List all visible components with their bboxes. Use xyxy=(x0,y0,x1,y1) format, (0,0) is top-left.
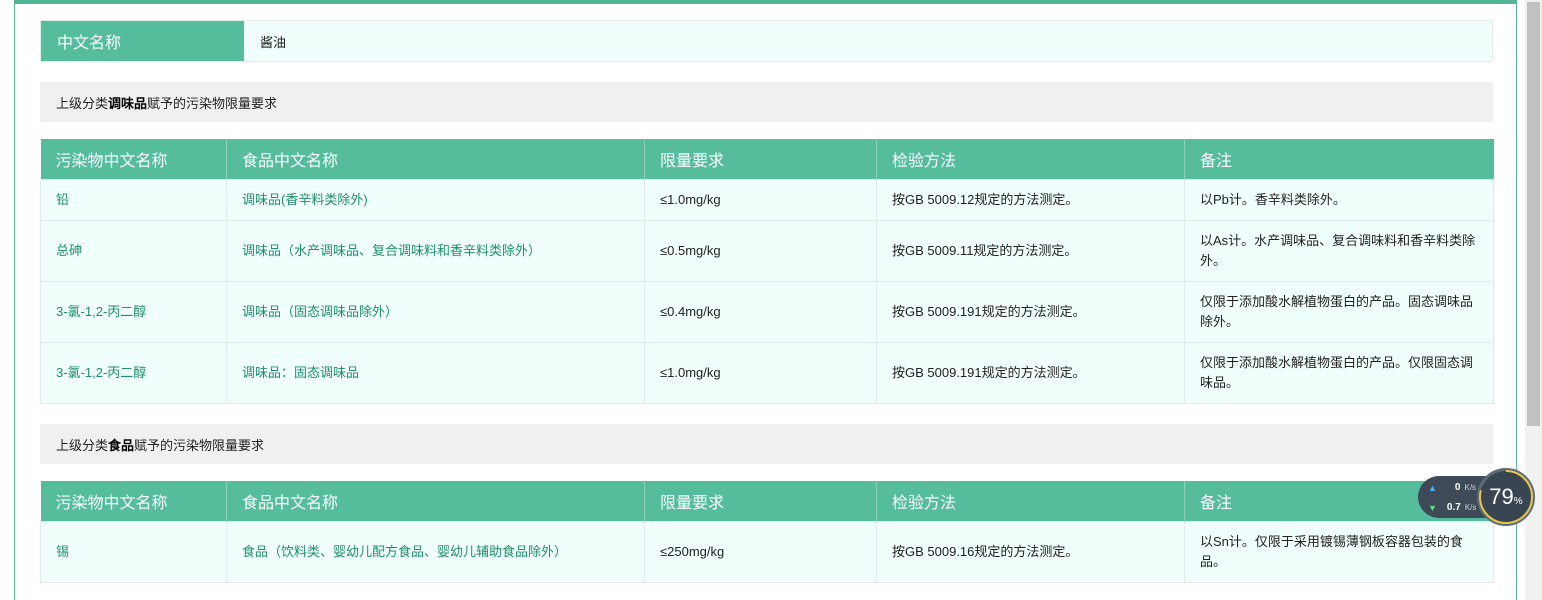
pollutant-link[interactable]: 锡 xyxy=(40,521,227,583)
header-limit: 限量要求 xyxy=(644,139,877,180)
method-text: 按GB 5009.191规定的方法测定。 xyxy=(876,342,1185,404)
header-limit: 限量要求 xyxy=(644,481,877,522)
pollutant-link[interactable]: 总砷 xyxy=(40,220,227,282)
section-title-category: 调味品 xyxy=(108,95,148,111)
note-text: 以As计。水产调味品、复合调味料和香辛料类除外。 xyxy=(1184,220,1494,282)
table-row: 铅 调味品(香辛料类除外) ≤1.0mg/kg 按GB 5009.12规定的方法… xyxy=(40,179,1494,221)
table-row: 锡 食品（饮料类、婴幼儿配方食品、婴幼儿辅助食品除外） ≤250mg/kg 按G… xyxy=(40,521,1494,583)
upload-unit: K/s xyxy=(1464,483,1477,492)
limit-value: ≤1.0mg/kg xyxy=(644,342,877,404)
method-text: 按GB 5009.16规定的方法测定。 xyxy=(876,521,1185,583)
download-unit: K/s xyxy=(1464,503,1477,512)
limits-table-food: 污染物中文名称 食品中文名称 限量要求 检验方法 备注 锡 食品（饮料类、婴幼儿… xyxy=(40,481,1494,583)
upload-arrow-icon: ▲ xyxy=(1428,482,1437,493)
section-title-suffix: 赋予的污染物限量要求 xyxy=(147,95,278,111)
header-method: 检验方法 xyxy=(876,139,1185,180)
section-title-prefix: 上级分类 xyxy=(56,437,109,453)
limit-value: ≤0.5mg/kg xyxy=(644,220,877,282)
upload-speed: ▲ 0 K/s xyxy=(1428,482,1476,493)
memory-usage-gauge[interactable]: 79% xyxy=(1477,468,1535,526)
header-note: 备注 xyxy=(1184,139,1494,180)
food-link[interactable]: 调味品（水产调味品、复合调味料和香辛料类除外） xyxy=(226,220,645,282)
section-title-category: 食品 xyxy=(108,437,135,453)
header-pollutant: 污染物中文名称 xyxy=(40,481,227,522)
limits-table-seasoning: 污染物中文名称 食品中文名称 限量要求 检验方法 备注 铅 调味品(香辛料类除外… xyxy=(40,139,1494,404)
scrollbar-thumb[interactable] xyxy=(1527,2,1540,426)
food-link[interactable]: 调味品：固态调味品 xyxy=(226,342,645,404)
table-row: 3-氯-1,2-丙二醇 调味品（固态调味品除外） ≤0.4mg/kg 按GB 5… xyxy=(40,281,1494,343)
product-name-value: 酱油 xyxy=(260,34,287,50)
limit-value: ≤1.0mg/kg xyxy=(644,179,877,221)
product-name-row: 中文名称 酱油 xyxy=(40,20,1493,62)
product-name-label: 中文名称 xyxy=(41,21,244,61)
method-text: 按GB 5009.12规定的方法测定。 xyxy=(876,179,1185,221)
header-food: 食品中文名称 xyxy=(226,481,645,522)
gauge-unit: % xyxy=(1513,495,1523,507)
limit-value: ≤0.4mg/kg xyxy=(644,281,877,343)
food-link[interactable]: 食品（饮料类、婴幼儿配方食品、婴幼儿辅助食品除外） xyxy=(226,521,645,583)
section-title-prefix: 上级分类 xyxy=(56,95,109,111)
download-speed: ▼ 0.7 K/s xyxy=(1428,502,1476,513)
pollutant-link[interactable]: 铅 xyxy=(40,179,227,221)
limit-value: ≤250mg/kg xyxy=(644,521,877,583)
note-text: 以Pb计。香辛料类除外。 xyxy=(1184,179,1494,221)
gauge-value: 79 xyxy=(1489,484,1514,509)
note-text: 仅限于添加酸水解植物蛋白的产品。固态调味品除外。 xyxy=(1184,281,1494,343)
download-value: 0.7 xyxy=(1446,502,1461,513)
pollutant-link[interactable]: 3-氯-1,2-丙二醇 xyxy=(40,281,227,343)
header-pollutant: 污染物中文名称 xyxy=(40,139,227,180)
method-text: 按GB 5009.191规定的方法测定。 xyxy=(876,281,1185,343)
section-title-seasoning: 上级分类 调味品 赋予的污染物限量要求 xyxy=(40,82,1493,122)
download-arrow-icon: ▼ xyxy=(1428,502,1437,513)
table-header-row: 污染物中文名称 食品中文名称 限量要求 检验方法 备注 xyxy=(40,139,1494,180)
note-text: 以Sn计。仅限于采用镀锡薄钢板容器包装的食品。 xyxy=(1184,521,1494,583)
header-method: 检验方法 xyxy=(876,481,1185,522)
table-row: 3-氯-1,2-丙二醇 调味品：固态调味品 ≤1.0mg/kg 按GB 5009… xyxy=(40,342,1494,404)
pollutant-link[interactable]: 3-氯-1,2-丙二醇 xyxy=(40,342,227,404)
table-header-row: 污染物中文名称 食品中文名称 限量要求 检验方法 备注 xyxy=(40,481,1494,522)
section-title-food: 上级分类 食品 赋予的污染物限量要求 xyxy=(40,424,1493,464)
food-link[interactable]: 调味品(香辛料类除外) xyxy=(226,179,645,221)
upload-value: 0 xyxy=(1454,482,1461,493)
section-title-suffix: 赋予的污染物限量要求 xyxy=(134,437,265,453)
header-food: 食品中文名称 xyxy=(226,139,645,180)
food-link[interactable]: 调味品（固态调味品除外） xyxy=(226,281,645,343)
method-text: 按GB 5009.11规定的方法测定。 xyxy=(876,220,1185,282)
table-row: 总砷 调味品（水产调味品、复合调味料和香辛料类除外） ≤0.5mg/kg 按GB… xyxy=(40,220,1494,282)
note-text: 仅限于添加酸水解植物蛋白的产品。仅限固态调味品。 xyxy=(1184,342,1494,404)
